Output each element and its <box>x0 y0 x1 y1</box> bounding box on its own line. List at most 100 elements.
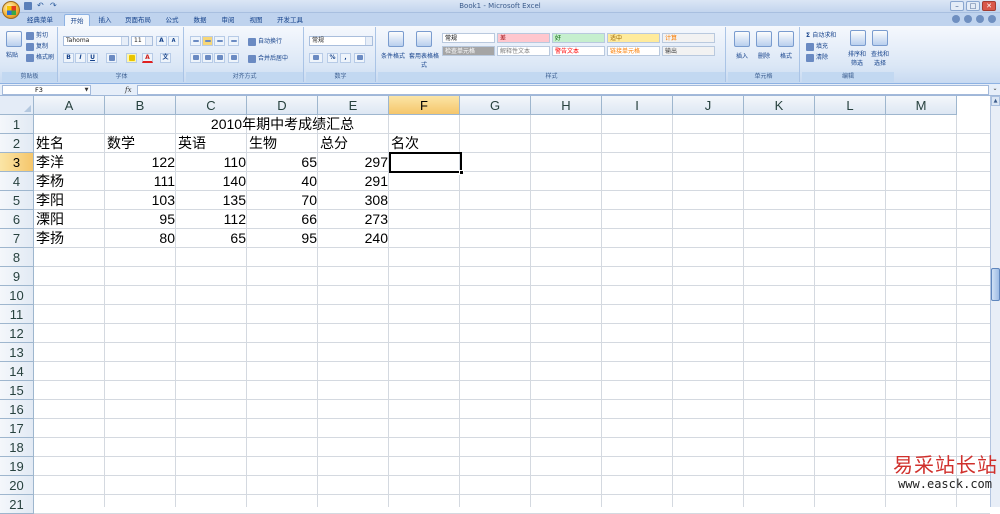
header-cell-total[interactable]: 总分 <box>318 134 389 153</box>
paste-icon[interactable] <box>6 31 22 47</box>
header-cell-name[interactable]: 姓名 <box>34 134 105 153</box>
name-box[interactable]: F3 ▼ <box>2 85 91 95</box>
row-header-3[interactable]: 3 <box>0 153 34 172</box>
tab-home[interactable]: 开始 <box>64 14 90 26</box>
format-cells-button[interactable]: 格式 <box>780 51 792 60</box>
percent-button[interactable]: % <box>327 53 338 63</box>
score-cell[interactable]: 291 <box>318 172 389 191</box>
underline-button[interactable]: U <box>87 53 98 63</box>
column-header-e[interactable]: E <box>318 96 389 115</box>
score-cell[interactable]: 95 <box>105 210 176 229</box>
fill-handle[interactable] <box>459 170 464 175</box>
cell-style-swatch[interactable]: 适中 <box>607 33 660 43</box>
find-select-button[interactable]: 查找和选择 <box>869 49 891 67</box>
fill-color-button[interactable] <box>126 53 137 63</box>
score-cell[interactable]: 70 <box>247 191 318 210</box>
format-cells-icon[interactable] <box>778 31 794 47</box>
vertical-scrollbar[interactable]: ▲ <box>990 96 1000 507</box>
cell-style-swatch[interactable]: 计算 <box>662 33 715 43</box>
wrap-text-button[interactable]: 自动换行 <box>248 36 282 46</box>
align-left-button[interactable] <box>190 53 201 63</box>
tab-classic-menu[interactable]: 经典菜单 <box>22 14 58 26</box>
score-cell[interactable]: 65 <box>247 153 318 172</box>
cell-style-swatch[interactable]: 警告文本 <box>552 46 605 56</box>
score-cell[interactable]: 80 <box>105 229 176 248</box>
row-header-14[interactable]: 14 <box>0 362 34 381</box>
align-middle-button[interactable] <box>202 36 213 46</box>
score-cell[interactable]: 297 <box>318 153 389 172</box>
paste-button[interactable]: 粘贴 <box>6 50 18 59</box>
score-cell[interactable]: 240 <box>318 229 389 248</box>
row-header-5[interactable]: 5 <box>0 191 34 210</box>
maximize-button[interactable]: □ <box>966 1 980 11</box>
align-right-button[interactable] <box>214 53 225 63</box>
function-icon[interactable]: fx <box>125 85 132 95</box>
borders-button[interactable] <box>106 53 117 63</box>
tab-formulas[interactable]: 公式 <box>160 14 184 26</box>
row-header-4[interactable]: 4 <box>0 172 34 191</box>
score-cell[interactable]: 40 <box>247 172 318 191</box>
indent-button[interactable] <box>228 53 239 63</box>
grow-font-button[interactable]: A <box>156 36 167 46</box>
bold-button[interactable]: B <box>63 53 74 63</box>
cell-style-swatch[interactable]: 常规 <box>442 33 495 43</box>
row-header-10[interactable]: 10 <box>0 286 34 305</box>
row-header-19[interactable]: 19 <box>0 457 34 476</box>
column-header-d[interactable]: D <box>247 96 318 115</box>
cut-button[interactable]: 剪切 <box>26 30 48 40</box>
row-header-1[interactable]: 1 <box>0 115 34 134</box>
score-cell[interactable]: 65 <box>176 229 247 248</box>
format-painter-button[interactable]: 格式刷 <box>26 52 54 62</box>
tab-page-layout[interactable]: 页面布局 <box>120 14 156 26</box>
merge-center-button[interactable]: 合并后居中 <box>248 53 288 63</box>
clear-button[interactable]: 清除 <box>806 52 828 62</box>
column-header-m[interactable]: M <box>886 96 957 115</box>
decimal-button[interactable] <box>354 53 365 63</box>
scroll-thumb[interactable] <box>991 268 1000 301</box>
insert-cells-icon[interactable] <box>734 31 750 47</box>
score-cell[interactable]: 111 <box>105 172 176 191</box>
sheet-title-cell[interactable]: 2010年期中考成绩汇总 <box>176 115 389 134</box>
row-header-12[interactable]: 12 <box>0 324 34 343</box>
score-cell[interactable]: 112 <box>176 210 247 229</box>
cell-style-swatch[interactable]: 链接单元格 <box>607 46 660 56</box>
find-select-icon[interactable] <box>872 30 888 46</box>
expand-formula-bar-icon[interactable]: ⌄ <box>991 85 999 95</box>
row-header-20[interactable]: 20 <box>0 476 34 495</box>
align-bottom-button[interactable] <box>214 36 225 46</box>
row-header-17[interactable]: 17 <box>0 419 34 438</box>
active-cell-cursor[interactable] <box>389 152 464 175</box>
column-header-g[interactable]: G <box>460 96 531 115</box>
restore-icon[interactable] <box>976 15 984 23</box>
delete-cells-icon[interactable] <box>756 31 772 47</box>
cell-style-swatch[interactable]: 解释性文本 <box>497 46 550 56</box>
tab-view[interactable]: 视图 <box>244 14 268 26</box>
font-name-select[interactable]: Tahoma <box>63 36 129 46</box>
score-cell[interactable]: 135 <box>176 191 247 210</box>
header-cell-rank[interactable]: 名次 <box>389 134 460 153</box>
row-header-16[interactable]: 16 <box>0 400 34 419</box>
row-header-8[interactable]: 8 <box>0 248 34 267</box>
row-header-11[interactable]: 11 <box>0 305 34 324</box>
score-cell[interactable]: 66 <box>247 210 318 229</box>
font-size-select[interactable]: 11 <box>131 36 153 46</box>
currency-button[interactable] <box>309 53 323 63</box>
scroll-up-icon[interactable]: ▲ <box>991 96 1000 106</box>
office-button[interactable] <box>2 1 20 19</box>
align-top-button[interactable] <box>190 36 201 46</box>
header-cell-math[interactable]: 数学 <box>105 134 176 153</box>
comma-button[interactable]: , <box>340 53 351 63</box>
select-all-button[interactable] <box>0 96 34 115</box>
cell-style-swatch[interactable]: 好 <box>552 33 605 43</box>
close-button[interactable]: ✕ <box>982 1 996 11</box>
number-format-select[interactable]: 常规 <box>309 36 373 46</box>
score-cell[interactable]: 308 <box>318 191 389 210</box>
row-header-13[interactable]: 13 <box>0 343 34 362</box>
column-header-f[interactable]: F <box>389 96 460 115</box>
table-format-icon[interactable] <box>416 31 432 47</box>
tab-data[interactable]: 数据 <box>188 14 212 26</box>
phonetic-button[interactable]: 文 <box>160 53 171 63</box>
conditional-format-button[interactable]: 条件格式 <box>381 51 405 60</box>
student-name-cell[interactable]: 李杨 <box>34 172 105 191</box>
row-header-2[interactable]: 2 <box>0 134 34 153</box>
